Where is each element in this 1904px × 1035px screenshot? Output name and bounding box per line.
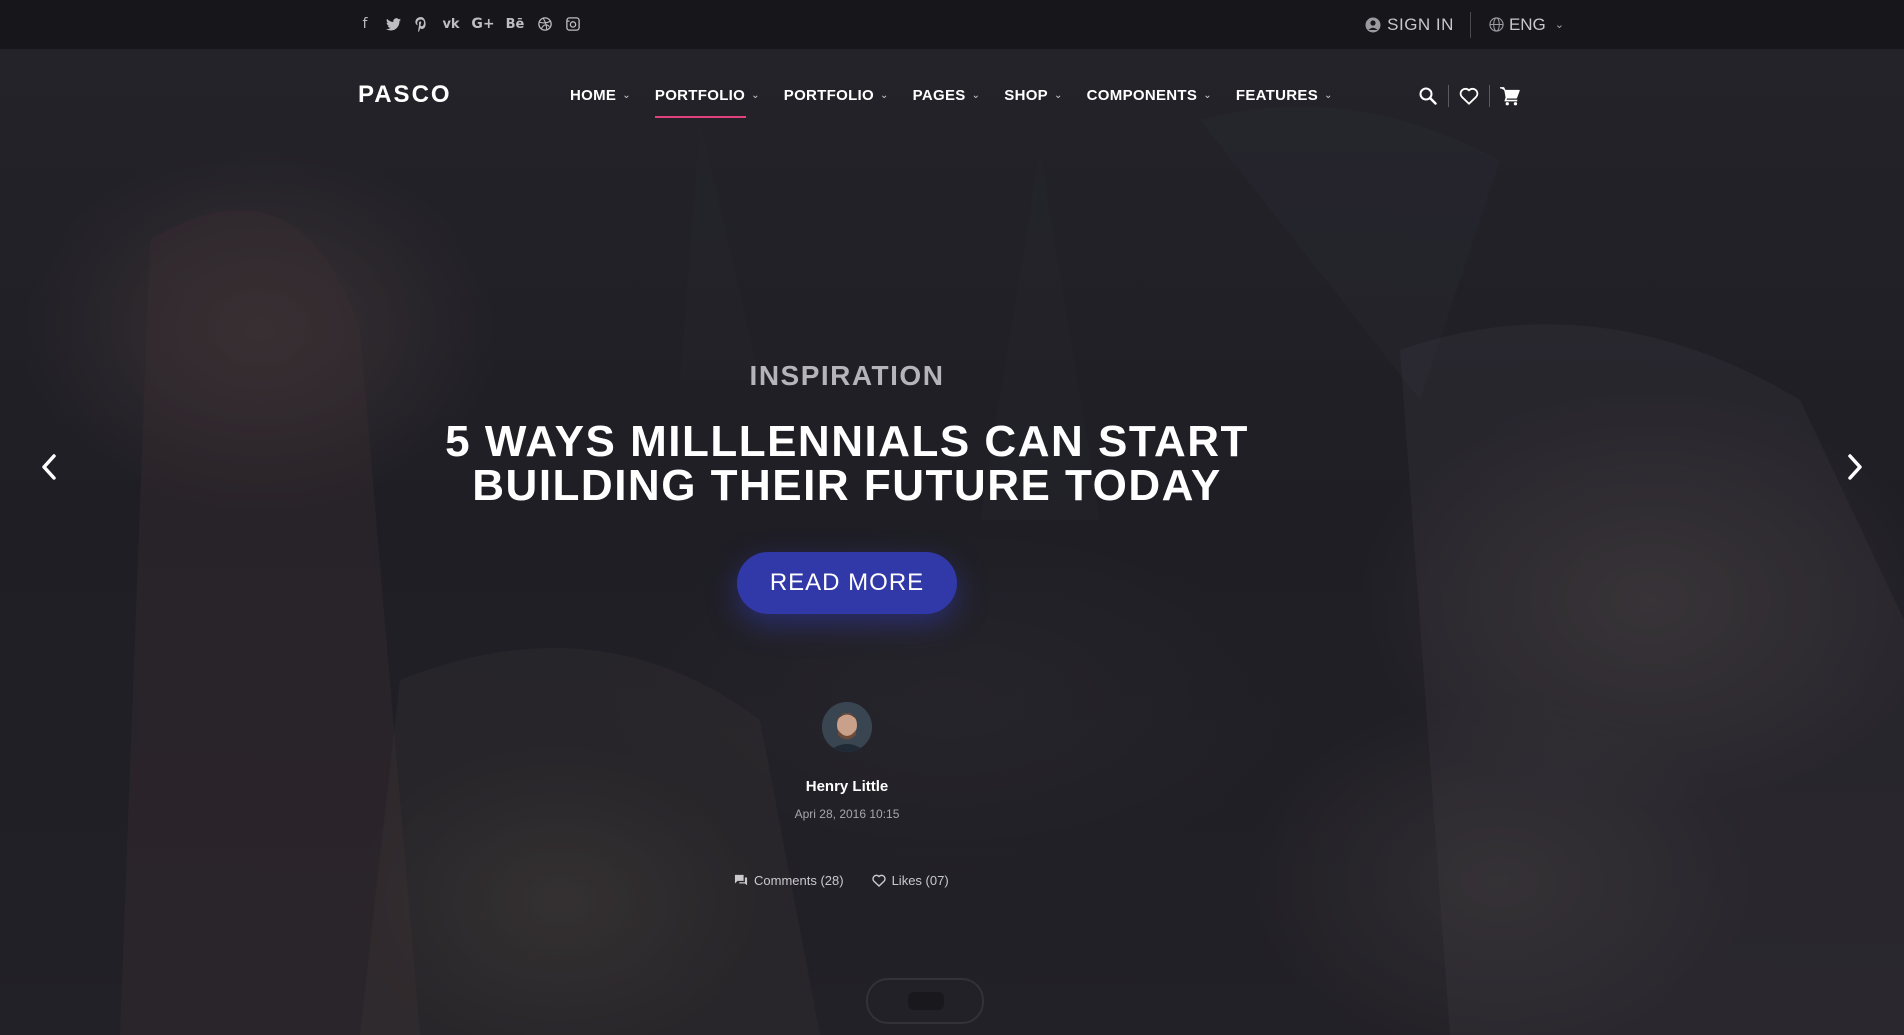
chevron-down-icon: ⌄ bbox=[879, 90, 889, 101]
comments-link[interactable]: Comments (28) bbox=[734, 873, 844, 888]
post-date: Apri 28, 2016 10:15 bbox=[794, 807, 900, 821]
search-icon bbox=[1419, 87, 1437, 105]
cart-icon bbox=[1500, 87, 1520, 106]
author-name[interactable]: Henry Little bbox=[0, 778, 1694, 795]
sign-in-label: SIGN IN bbox=[1387, 14, 1454, 34]
header-tools bbox=[1408, 83, 1530, 109]
facebook-icon[interactable]: f bbox=[356, 14, 374, 34]
slider-next-button[interactable] bbox=[1840, 452, 1870, 482]
dribbble-icon[interactable] bbox=[536, 14, 554, 34]
wishlist-button[interactable] bbox=[1449, 83, 1489, 109]
twitter-icon[interactable] bbox=[384, 14, 402, 34]
chevron-down-icon: ⌄ bbox=[1554, 19, 1564, 31]
language-label: ENG bbox=[1508, 14, 1546, 34]
likes-link[interactable]: Likes (07) bbox=[871, 873, 949, 888]
post-category[interactable]: INSPIRATION bbox=[0, 360, 1694, 392]
search-button[interactable] bbox=[1408, 83, 1448, 109]
nav-item-home[interactable]: HOME ⌄ bbox=[570, 87, 631, 118]
chevron-down-icon: ⌄ bbox=[1053, 90, 1063, 101]
pinterest-icon[interactable] bbox=[412, 14, 430, 34]
comments-label: Comments (28) bbox=[754, 873, 844, 888]
nav-item-portfolio[interactable]: PORTFOLIO ⌄ bbox=[784, 87, 889, 118]
chevron-right-icon bbox=[1848, 454, 1862, 480]
language-selector[interactable]: ENG ⌄ bbox=[1471, 15, 1564, 35]
account-language: SIGN IN ENG ⌄ bbox=[1365, 0, 1564, 49]
nav-item-shop[interactable]: SHOP ⌄ bbox=[1004, 87, 1062, 118]
vk-icon[interactable]: vk bbox=[440, 14, 462, 34]
site-logo[interactable]: PASCO bbox=[358, 81, 452, 109]
post-title[interactable]: 5 WAYS MILLLENNIALS CAN START BUILDING T… bbox=[0, 420, 1694, 508]
sign-in-link[interactable]: SIGN IN bbox=[1365, 15, 1470, 35]
likes-label: Likes (07) bbox=[891, 873, 949, 888]
chevron-down-icon: ⌄ bbox=[751, 90, 760, 101]
nav-item-portfolio-active[interactable]: PORTFOLIO ⌄ bbox=[654, 87, 760, 118]
scroll-indicator bbox=[866, 978, 984, 1024]
nav-item-label: PORTFOLIO bbox=[654, 87, 746, 104]
heart-icon bbox=[1459, 87, 1479, 105]
globe-icon bbox=[1489, 17, 1504, 32]
nav-item-pages[interactable]: PAGES ⌄ bbox=[913, 87, 981, 118]
cart-button[interactable] bbox=[1490, 83, 1530, 109]
nav-item-label: PAGES bbox=[912, 87, 966, 104]
chevron-down-icon: ⌄ bbox=[971, 90, 981, 101]
hero-background bbox=[0, 0, 1904, 1035]
comment-icon bbox=[734, 874, 748, 886]
nav-item-label: PORTFOLIO bbox=[783, 87, 874, 104]
nav-item-label: FEATURES bbox=[1235, 87, 1318, 104]
post-title-line-1: 5 WAYS MILLLENNIALS CAN START bbox=[445, 417, 1249, 466]
main-navigation: PASCO HOME ⌄ PORTFOLIO ⌄ PORTFOLIO ⌄ PAGES ⌄… bbox=[0, 49, 1904, 144]
chevron-down-icon: ⌄ bbox=[1324, 90, 1333, 101]
slider-prev-button[interactable] bbox=[34, 452, 64, 482]
chevron-down-icon: ⌄ bbox=[622, 90, 631, 101]
post-meta: Comments (28) Likes (07) bbox=[734, 873, 949, 888]
heart-icon bbox=[871, 874, 886, 887]
nav-item-label: COMPONENTS bbox=[1086, 87, 1198, 104]
nav-menu: HOME ⌄ PORTFOLIO ⌄ PORTFOLIO ⌄ PAGES ⌄ SHOP ⌄… bbox=[570, 87, 1333, 118]
chevron-left-icon bbox=[42, 454, 56, 480]
google-plus-icon[interactable]: G+ bbox=[471, 14, 494, 34]
nav-item-components[interactable]: COMPONENTS ⌄ bbox=[1087, 87, 1212, 118]
post-title-line-2: BUILDING THEIR FUTURE TODAY bbox=[472, 461, 1222, 510]
author-avatar[interactable] bbox=[822, 702, 872, 752]
behance-icon[interactable]: Bē bbox=[504, 14, 526, 34]
instagram-icon[interactable] bbox=[564, 14, 582, 34]
nav-item-features[interactable]: FEATURES ⌄ bbox=[1236, 87, 1333, 118]
avatar-image bbox=[822, 702, 872, 752]
user-icon bbox=[1365, 17, 1381, 32]
social-links: f vk G+ Bē bbox=[356, 14, 582, 34]
top-bar: f vk G+ Bē SIGN IN ENG ⌄ bbox=[0, 0, 1904, 49]
read-more-button[interactable]: READ MORE bbox=[737, 552, 957, 614]
nav-item-label: HOME bbox=[570, 87, 617, 104]
chevron-down-icon: ⌄ bbox=[1203, 90, 1212, 101]
nav-item-label: SHOP bbox=[1004, 87, 1048, 104]
